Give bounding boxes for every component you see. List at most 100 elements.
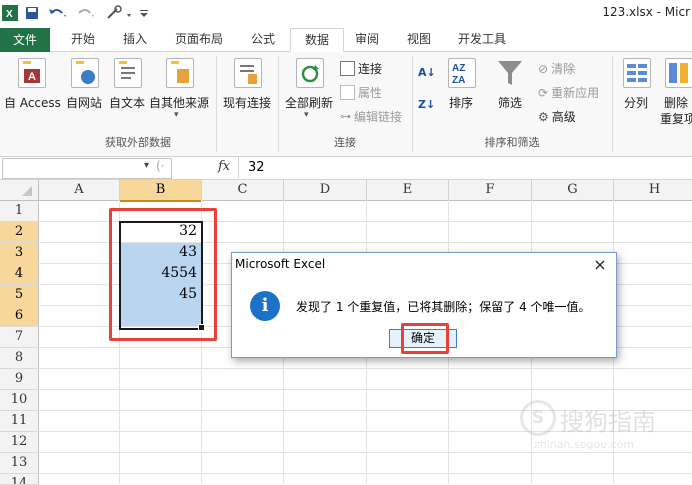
select-all-corner[interactable]	[0, 180, 39, 201]
properties-label: 属性	[358, 86, 383, 100]
from-access-button[interactable]: A 自 Access	[4, 54, 61, 114]
tab-insert[interactable]: 插入	[114, 29, 156, 50]
advanced-label: 高级	[551, 110, 576, 124]
column-header-g[interactable]: G	[532, 180, 614, 201]
remove-duplicates-label: 重复项	[660, 112, 692, 126]
row-header-5[interactable]: 5	[0, 285, 39, 306]
function-menu-icon[interactable]: (·	[156, 159, 165, 173]
existing-connections-button[interactable]: 现有连接	[220, 54, 274, 114]
column-header-f[interactable]: F	[449, 180, 532, 201]
existing-connections-label: 现有连接	[222, 96, 271, 110]
formula-input[interactable]: 32	[248, 160, 265, 175]
column-header-b[interactable]: B	[120, 180, 202, 202]
advanced-button[interactable]: ⚙ 高级	[538, 108, 576, 125]
tab-file[interactable]: 文件	[0, 28, 50, 52]
dialog-message: 发现了 1 个重复值，已将其删除；保留了 4 个唯一值。	[296, 300, 591, 314]
watermark-url: zhinan.sogou.com	[534, 438, 635, 451]
from-text-button[interactable]: 自文本	[107, 54, 147, 114]
filter-button[interactable]: 筛选	[490, 54, 530, 114]
dropdown-arrow-icon: ▾	[304, 110, 309, 120]
sort-ascending-button[interactable]: A↓	[418, 66, 436, 79]
formula-divider	[238, 157, 239, 178]
row-header-4[interactable]: 4	[0, 264, 39, 285]
tab-page-layout[interactable]: 页面布局	[168, 29, 230, 50]
access-icon: A	[18, 58, 46, 88]
from-web-label: 自网站	[65, 96, 102, 110]
sort-za-icon: Z↓	[418, 98, 436, 111]
sort-button[interactable]: AZ ZA 排序	[442, 54, 480, 114]
remove-label: 删除	[664, 96, 689, 110]
reapply-label: 重新应用	[551, 86, 600, 100]
connections-icon	[340, 61, 355, 76]
svg-text:AZ: AZ	[452, 63, 465, 74]
row-header-14[interactable]: 14	[0, 474, 39, 485]
dropdown-arrow-icon: ▾	[174, 110, 179, 120]
row-header-8[interactable]: 8	[0, 348, 39, 369]
column-header-a[interactable]: A	[39, 180, 120, 201]
tab-developer[interactable]: 开发工具	[450, 29, 514, 50]
text-to-columns-label: 分列	[623, 96, 648, 110]
ribbon-tabs: 文件 开始 插入 页面布局 公式 数据 审阅 视图 开发工具	[0, 25, 692, 52]
clear-button[interactable]: ⊘ 清除	[538, 60, 575, 77]
customize-qat-icon[interactable]	[138, 4, 150, 21]
edit-links-label: 编辑链接	[354, 110, 403, 124]
other-sources-icon	[166, 58, 194, 88]
row-header-3[interactable]: 3	[0, 243, 39, 264]
remove-duplicates-button[interactable]: 删除 重复项	[658, 54, 692, 132]
excel-logo-icon: X	[2, 4, 18, 21]
tab-data[interactable]: 数据	[290, 28, 344, 52]
edit-links-button[interactable]: ⊶ 编辑链接	[340, 108, 402, 125]
row-header-12[interactable]: 12	[0, 432, 39, 453]
row-header-1[interactable]: 1	[0, 201, 39, 222]
filter-label: 筛选	[497, 96, 522, 110]
formula-bar: ▾ (· fx 32	[0, 157, 692, 180]
sort-icon: AZ ZA	[448, 58, 476, 88]
redo-icon[interactable]	[74, 4, 96, 21]
from-other-sources-label: 自其他来源	[148, 96, 209, 110]
remove-duplicates-icon	[665, 58, 692, 88]
dialog-close-button[interactable]: ×	[589, 254, 611, 276]
group-separator	[612, 56, 613, 152]
message-dialog: Microsoft Excel × i 发现了 1 个重复值，已将其删除；保留了…	[231, 252, 617, 358]
connections-button[interactable]: 连接	[340, 60, 382, 77]
group-separator	[278, 56, 279, 152]
row-header-10[interactable]: 10	[0, 390, 39, 411]
text-to-columns-button[interactable]: 分列	[616, 54, 656, 114]
text-file-icon	[114, 58, 142, 88]
web-icon	[71, 58, 99, 88]
from-other-sources-button[interactable]: 自其他来源 ▾	[148, 54, 210, 130]
save-icon[interactable]	[24, 4, 40, 21]
undo-icon[interactable]	[46, 4, 68, 21]
tab-view[interactable]: 视图	[398, 29, 440, 50]
from-web-button[interactable]: 自网站	[62, 54, 106, 114]
tools-icon[interactable]	[104, 4, 134, 21]
column-header-h[interactable]: H	[614, 180, 692, 201]
tab-review[interactable]: 审阅	[346, 29, 388, 50]
row-header-13[interactable]: 13	[0, 453, 39, 474]
refresh-all-button[interactable]: 全部刷新 ▾	[282, 54, 336, 130]
annotation-highlight-range	[109, 208, 217, 341]
sort-descending-button[interactable]: Z↓	[418, 98, 435, 111]
watermark: S 搜狗指南 zhinan.sogou.com	[520, 400, 692, 460]
row-header-9[interactable]: 9	[0, 369, 39, 390]
svg-text:A: A	[28, 71, 36, 83]
insert-function-icon[interactable]: fx	[218, 159, 230, 174]
row-header-7[interactable]: 7	[0, 327, 39, 348]
row-header-6[interactable]: 6	[0, 306, 39, 327]
row-header-2[interactable]: 2	[0, 222, 39, 243]
clear-filter-icon: ⊘	[538, 61, 549, 76]
column-header-d[interactable]: D	[284, 180, 367, 201]
tab-formulas[interactable]: 公式	[242, 29, 284, 50]
column-header-c[interactable]: C	[202, 180, 284, 201]
reapply-icon: ⟳	[538, 85, 549, 100]
group-separator	[412, 56, 413, 152]
row-header-11[interactable]: 11	[0, 411, 39, 432]
window-title: 123.xlsx - Micr	[602, 5, 690, 19]
from-text-label: 自文本	[108, 96, 145, 110]
name-box-dropdown-icon[interactable]: ▾	[144, 160, 149, 171]
column-header-e[interactable]: E	[367, 180, 449, 201]
tab-home[interactable]: 开始	[62, 29, 104, 50]
filter-icon	[496, 58, 524, 91]
reapply-button[interactable]: ⟳ 重新应用	[538, 84, 599, 101]
properties-button[interactable]: 属性	[340, 84, 382, 101]
